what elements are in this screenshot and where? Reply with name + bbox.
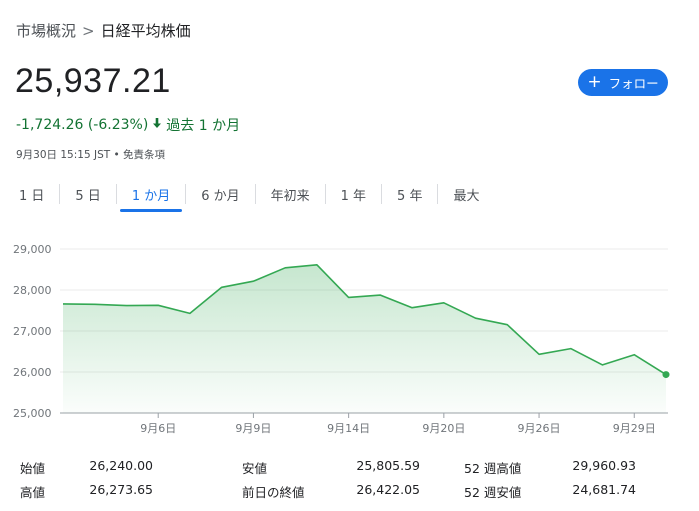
stat-value: 29,960.93 <box>572 458 636 473</box>
tab-range[interactable]: 6 か月 <box>186 181 254 211</box>
x-tick-label: 9月14日 <box>327 422 370 435</box>
tab-range[interactable]: 5 年 <box>382 181 437 211</box>
breadcrumb-separator: > <box>82 22 95 40</box>
follow-button-label: フォロー <box>608 76 659 91</box>
stat-label: 前日の終値 <box>242 485 305 500</box>
change-value: -1,724.26 (-6.23%) <box>16 117 149 133</box>
stat-label: 高値 <box>20 485 46 500</box>
x-tick-label: 9月26日 <box>518 422 561 435</box>
stat-label: 安値 <box>242 461 268 476</box>
tab-range[interactable]: 1 か月 <box>117 181 185 212</box>
y-tick-label: 29,000 <box>13 243 52 256</box>
stat-value: 26,240.00 <box>89 458 153 473</box>
x-tick-label: 9月6日 <box>140 422 176 435</box>
price-chart: 29,000 28,000 27,000 26,000 25,000 9月6日 9月9日 9月… <box>13 243 670 435</box>
tab-range[interactable]: 最大 <box>438 181 494 211</box>
tab-range[interactable]: 5 日 <box>60 181 115 211</box>
follow-button[interactable]: + フォロー <box>578 69 668 96</box>
stat-label: 始値 <box>20 461 46 476</box>
y-tick-label: 26,000 <box>13 366 52 379</box>
last-price-dot <box>662 371 670 379</box>
arrow-down-icon <box>152 117 162 133</box>
tab-range[interactable]: 1 日 <box>4 181 59 211</box>
breadcrumb-current: 日経平均株価 <box>100 22 191 40</box>
tab-range[interactable]: 1 年 <box>326 181 381 211</box>
breadcrumb-parent-link[interactable]: 市場概況 <box>16 22 76 40</box>
x-tick-label: 9月9日 <box>235 422 271 435</box>
stat-label: 52 週高値 <box>464 461 522 476</box>
price-change: -1,724.26 (-6.23%) 過去 1 か月 <box>16 115 240 135</box>
stat-value: 26,273.65 <box>89 482 153 497</box>
stat-label: 52 週安値 <box>464 485 522 500</box>
stats-table: 始値 26,240.00 高値 26,273.65 安値 25,805.59 前日の終値 26… <box>0 455 699 505</box>
price-area <box>63 264 666 413</box>
plus-icon: + <box>587 72 602 92</box>
tab-range[interactable]: 年初来 <box>256 181 325 211</box>
change-period: 過去 1 か月 <box>166 118 241 134</box>
x-tick-label: 9月20日 <box>422 422 465 435</box>
stat-value: 26,422.05 <box>356 482 420 497</box>
quote-timestamp: 9月30日 15:15 JST • 免責条項 <box>16 149 166 161</box>
range-tabs: 1 日5 日1 か月 6 か月 年初来 1 年5 年最大 <box>4 181 494 212</box>
breadcrumb: 市場概況 > 日経平均株価 <box>16 20 191 41</box>
y-tick-label: 27,000 <box>13 325 52 338</box>
stat-value: 25,805.59 <box>356 458 420 473</box>
stat-value: 24,681.74 <box>572 482 636 497</box>
current-price: 25,937.21 <box>15 62 171 100</box>
y-tick-label: 28,000 <box>13 284 52 297</box>
y-tick-label: 25,000 <box>13 407 52 420</box>
x-tick-label: 9月29日 <box>613 422 656 435</box>
